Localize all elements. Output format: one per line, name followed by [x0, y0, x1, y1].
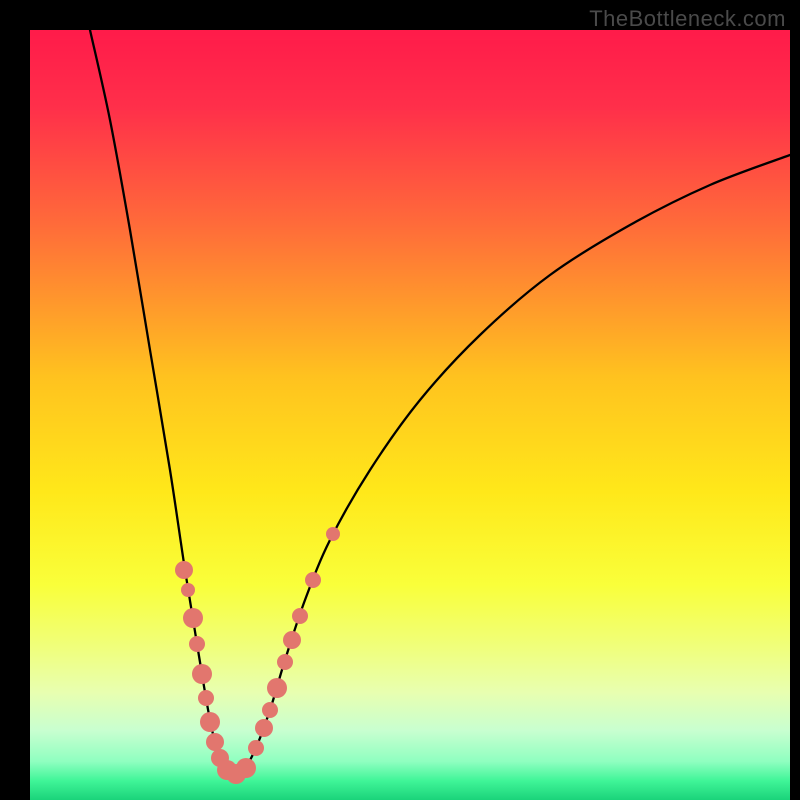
chart-container: TheBottleneck.com — [0, 0, 800, 800]
data-dot — [267, 678, 287, 698]
data-dot — [283, 631, 301, 649]
data-dot — [236, 758, 256, 778]
data-dot — [255, 719, 273, 737]
data-dot — [292, 608, 308, 624]
bottleneck-curve — [90, 30, 790, 776]
data-dot — [189, 636, 205, 652]
data-dot — [181, 583, 195, 597]
data-dot — [200, 712, 220, 732]
data-dot — [305, 572, 321, 588]
data-dot — [262, 702, 278, 718]
data-dot — [198, 690, 214, 706]
data-dot — [248, 740, 264, 756]
data-dot — [183, 608, 203, 628]
data-dot — [277, 654, 293, 670]
data-dot — [326, 527, 340, 541]
plot-area — [30, 30, 790, 800]
data-dot — [175, 561, 193, 579]
watermark-text: TheBottleneck.com — [589, 6, 786, 32]
data-dot — [192, 664, 212, 684]
curve-layer — [30, 30, 790, 800]
data-dot — [206, 733, 224, 751]
